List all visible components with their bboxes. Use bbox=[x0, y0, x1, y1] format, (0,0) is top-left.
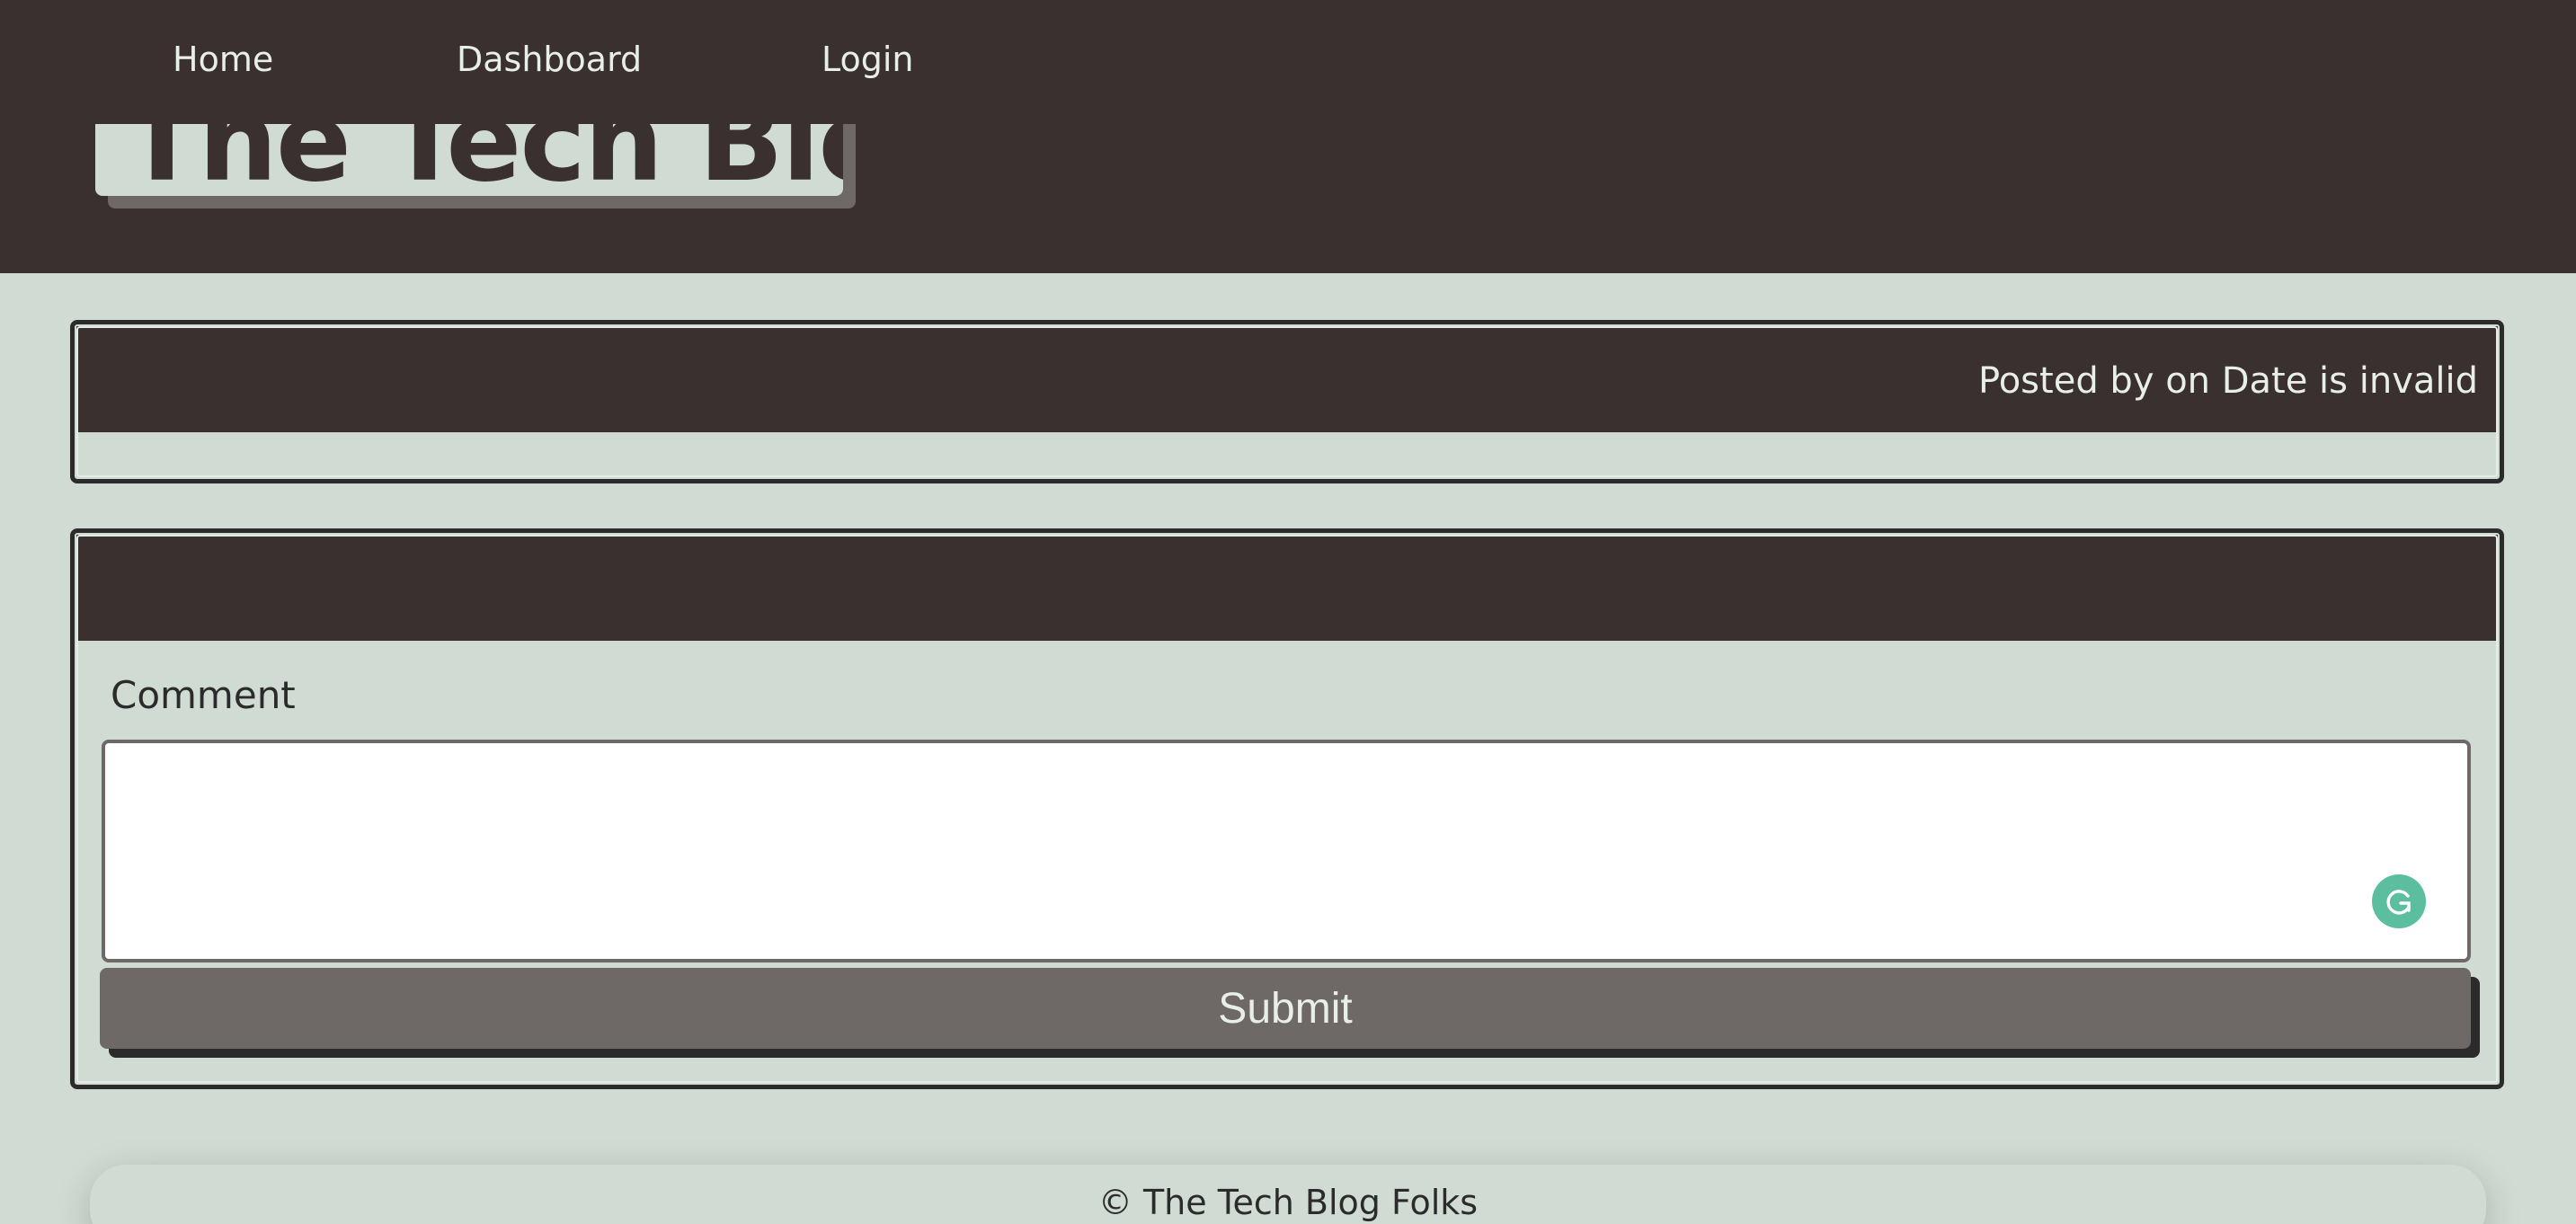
site-header: The Tech Blog Home Dashboard Login bbox=[0, 0, 2576, 273]
grammarly-g-icon bbox=[2386, 890, 2411, 915]
comment-textarea[interactable] bbox=[102, 740, 2471, 962]
post-card: Posted by on Date is invalid bbox=[70, 320, 2504, 483]
nav-link-home[interactable]: Home bbox=[173, 40, 273, 79]
main-nav: Home Dashboard Login bbox=[0, 0, 2576, 126]
submit-button[interactable]: Submit bbox=[100, 968, 2471, 1049]
footer-text: © The Tech Blog Folks bbox=[1097, 1183, 1479, 1222]
nav-link-dashboard[interactable]: Dashboard bbox=[457, 40, 642, 79]
post-meta: Posted by on Date is invalid bbox=[1978, 360, 2478, 402]
post-header: Posted by on Date is invalid bbox=[76, 326, 2498, 432]
nav-link-login[interactable]: Login bbox=[822, 40, 914, 79]
grammarly-icon[interactable] bbox=[2372, 874, 2426, 928]
comment-label: Comment bbox=[111, 673, 296, 717]
comment-card: Comment Submit bbox=[70, 528, 2504, 1089]
comment-card-header bbox=[76, 535, 2498, 641]
